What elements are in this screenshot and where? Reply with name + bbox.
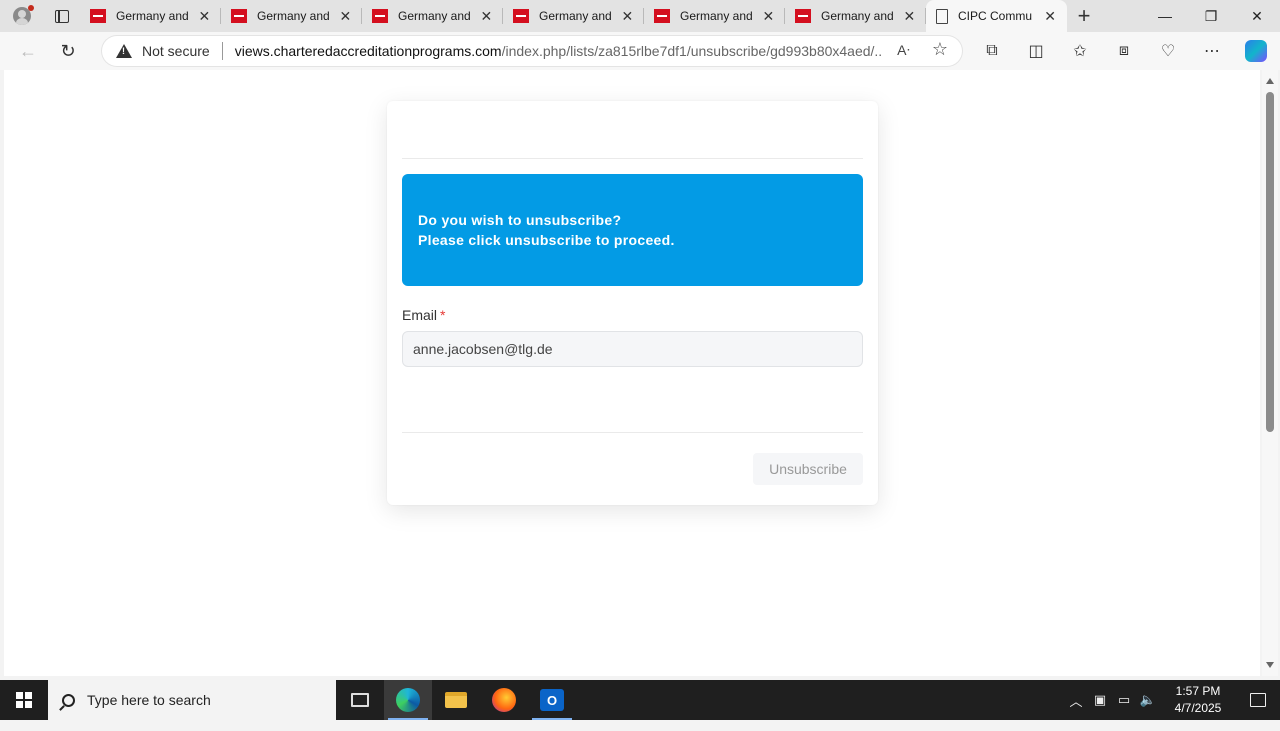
tab-title: Germany and xyxy=(821,9,894,23)
file-explorer-icon[interactable] xyxy=(432,680,480,720)
window-controls: — ❐ ✕ xyxy=(1142,0,1280,32)
unsubscribe-card: Do you wish to unsubscribe? Please click… xyxy=(387,101,878,505)
restore-icon[interactable]: ❐ xyxy=(1188,0,1234,32)
close-tab-icon[interactable]: ✕ xyxy=(903,8,916,25)
read-aloud-icon[interactable]: A͏ᐧ xyxy=(897,42,910,59)
minimize-icon[interactable]: — xyxy=(1142,0,1188,32)
show-hidden-icons-icon[interactable]: ︿ xyxy=(1064,680,1088,720)
favorites-icon[interactable]: ✩ xyxy=(1058,32,1102,70)
firefox-icon[interactable] xyxy=(480,680,528,720)
collections-icon[interactable]: ⧈ xyxy=(1102,32,1146,70)
close-tab-icon[interactable]: ✕ xyxy=(762,8,775,25)
taskbar-search[interactable]: Type here to search xyxy=(48,680,336,720)
address-bar[interactable]: Not secure views.charteredaccreditationp… xyxy=(102,36,962,66)
site-favicon-icon xyxy=(513,9,529,23)
clock-time: 1:57 PM xyxy=(1175,684,1221,698)
more-menu-icon[interactable]: ⋯ xyxy=(1190,32,1234,70)
system-tray: ︿ ▣ ▭ 🔈 1:57 PM 4/7/2025 xyxy=(1064,680,1280,720)
browser-essentials-icon[interactable]: ♡ xyxy=(1146,32,1190,70)
profile-icon[interactable] xyxy=(0,0,44,32)
site-favicon-icon xyxy=(90,9,106,23)
vertical-scrollbar[interactable] xyxy=(1262,70,1278,676)
email-field[interactable] xyxy=(402,331,863,367)
tab-germany-4[interactable]: Germany and ✕ xyxy=(503,0,644,32)
tab-germany-5[interactable]: Germany and ✕ xyxy=(644,0,785,32)
toolbar-right: ⧉ ◫ ✩ ⧈ ♡ ⋯ xyxy=(970,32,1278,70)
divider xyxy=(402,158,863,159)
site-favicon-icon xyxy=(372,9,388,23)
divider xyxy=(221,42,223,60)
split-screen-icon[interactable]: ◫ xyxy=(1014,32,1058,70)
close-tab-icon[interactable]: ✕ xyxy=(339,8,352,25)
tab-title: Germany and xyxy=(398,9,471,23)
windows-logo-icon xyxy=(16,692,32,708)
tab-germany-6[interactable]: Germany and ✕ xyxy=(785,0,926,32)
browser-toolbar: ← ↻ Not secure views.charteredaccreditat… xyxy=(0,32,1280,70)
url-path[interactable]: /index.php/lists/za815rlbe7df1/unsubscri… xyxy=(502,43,882,59)
tab-germany-2[interactable]: Germany and ✕ xyxy=(221,0,362,32)
tab-actions-icon[interactable] xyxy=(44,0,80,32)
site-favicon-icon xyxy=(654,9,670,23)
start-button[interactable] xyxy=(0,680,48,720)
edge-taskbar-icon[interactable] xyxy=(384,680,432,720)
divider xyxy=(402,432,863,433)
scroll-thumb[interactable] xyxy=(1266,92,1274,432)
tab-title: Germany and xyxy=(116,9,189,23)
scroll-up-icon[interactable] xyxy=(1266,78,1274,84)
warning-icon[interactable] xyxy=(116,44,132,58)
outlook-icon[interactable]: O xyxy=(528,680,576,720)
tab-title: Germany and xyxy=(680,9,753,23)
windows-taskbar: Type here to search O ︿ ▣ ▭ 🔈 1:57 PM 4/… xyxy=(0,680,1280,720)
unsubscribe-button[interactable]: Unsubscribe xyxy=(753,453,863,485)
page-viewport: Do you wish to unsubscribe? Please click… xyxy=(4,70,1260,730)
search-icon xyxy=(62,693,75,707)
site-favicon-icon xyxy=(795,9,811,23)
tab-cipc-active[interactable]: CIPC Commu ✕ xyxy=(926,0,1067,32)
search-placeholder: Type here to search xyxy=(87,692,211,708)
banner-line-1: Do you wish to unsubscribe? xyxy=(418,212,622,228)
back-icon[interactable]: ← xyxy=(8,32,48,70)
refresh-icon[interactable]: ↻ xyxy=(48,32,88,70)
new-tab-icon[interactable]: + xyxy=(1067,0,1101,32)
site-favicon-icon xyxy=(231,9,247,23)
required-mark: * xyxy=(440,307,446,323)
network-icon[interactable]: ▭ xyxy=(1112,680,1136,720)
task-view-icon[interactable] xyxy=(336,680,384,720)
url-host[interactable]: views.charteredaccreditationprograms.com xyxy=(235,43,502,59)
extensions-icon[interactable]: ⧉ xyxy=(970,32,1014,70)
close-tab-icon[interactable]: ✕ xyxy=(198,8,211,25)
favorite-star-icon[interactable]: ☆ xyxy=(932,39,948,60)
tab-title: Germany and xyxy=(257,9,330,23)
email-label: Email * xyxy=(402,307,445,323)
document-icon xyxy=(936,8,948,24)
volume-icon[interactable]: 🔈 xyxy=(1136,680,1160,720)
tab-germany-1[interactable]: Germany and ✕ xyxy=(80,0,221,32)
tab-germany-3[interactable]: Germany and ✕ xyxy=(362,0,503,32)
close-tab-icon[interactable]: ✕ xyxy=(480,8,493,25)
tab-title: Germany and xyxy=(539,9,612,23)
tab-strip: Germany and ✕ Germany and ✕ Germany and … xyxy=(0,0,1280,32)
notification-icon[interactable] xyxy=(1236,680,1280,720)
security-label[interactable]: Not secure xyxy=(142,43,210,59)
scroll-down-icon[interactable] xyxy=(1266,662,1274,668)
email-label-text: Email xyxy=(402,307,438,323)
close-tab-icon[interactable]: ✕ xyxy=(1043,8,1057,25)
close-tab-icon[interactable]: ✕ xyxy=(621,8,634,25)
clock[interactable]: 1:57 PM 4/7/2025 xyxy=(1160,683,1236,717)
copilot-icon[interactable] xyxy=(1234,32,1278,70)
tab-title: CIPC Commu xyxy=(958,9,1033,23)
clock-date: 4/7/2025 xyxy=(1174,701,1222,715)
banner-line-2: Please click unsubscribe to proceed. xyxy=(418,232,675,248)
info-banner: Do you wish to unsubscribe? Please click… xyxy=(402,174,863,286)
device-icon[interactable]: ▣ xyxy=(1088,680,1112,720)
close-window-icon[interactable]: ✕ xyxy=(1234,0,1280,32)
